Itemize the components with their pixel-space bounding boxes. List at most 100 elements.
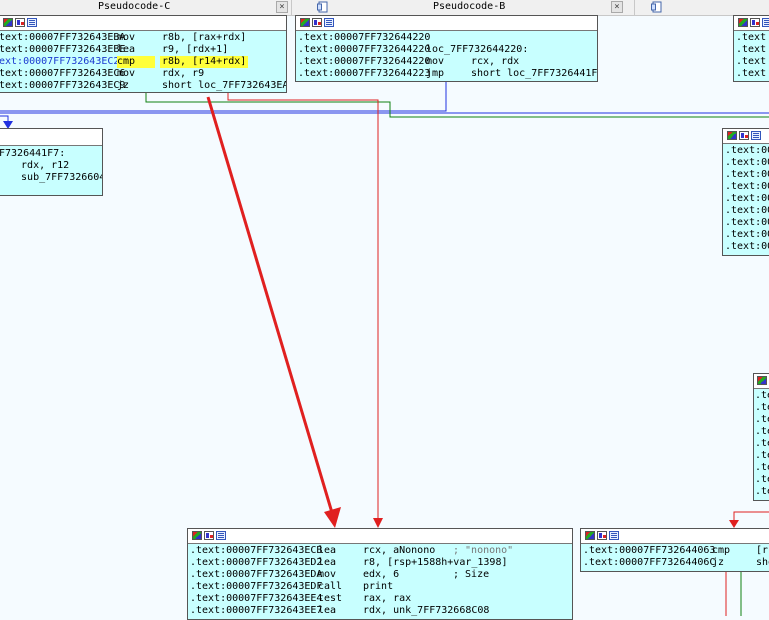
block-header <box>296 16 597 31</box>
code-block-bottom[interactable]: .text:00007FF732643ECB lea rcx, aNonono; "… <box>187 528 573 620</box>
code-row[interactable]: .te <box>754 486 769 498</box>
address: .te <box>755 390 769 401</box>
mnemonic: mov <box>117 32 136 43</box>
address: .text:00 <box>725 157 769 168</box>
code-row[interactable]: .text:00 <box>723 157 769 169</box>
code-row[interactable]: .text:00 <box>723 169 769 181</box>
graph-color-icon[interactable] <box>300 18 310 27</box>
code-row[interactable]: .text:00007FF732644220 mov rcx, rdx <box>296 56 597 68</box>
code-row[interactable]: .text:00 <box>723 241 769 253</box>
code-block-topright[interactable]: .text .text .text .text <box>733 15 769 82</box>
edge-red-right[interactable] <box>733 511 769 523</box>
code-row[interactable]: .text:00007FF73264406Cjz sho <box>581 557 769 569</box>
code-block-right-1[interactable]: .text:00 .text:00 .text:00 .text:00 .tex… <box>722 128 769 256</box>
mnemonic: cmp <box>117 56 156 68</box>
code-row[interactable]: text:00007FF732643EC6 mov rdx, r9 <box>0 68 286 80</box>
operands: rcx, aNonono <box>363 545 436 556</box>
code-row[interactable]: text:00007FF732643EBE lea r9, [rdx+1] <box>0 44 286 56</box>
comment: ; "nonono" <box>453 545 514 556</box>
address: .te <box>755 462 769 473</box>
block-header <box>188 529 572 544</box>
code-row[interactable]: text:00007FF732643EBA mov r8b, [rax+rdx] <box>0 32 286 44</box>
graph-color-icon[interactable] <box>757 376 767 385</box>
address: .text <box>736 44 767 55</box>
code-row-highlighted[interactable]: ext:00007FF732643EC2 cmp r8b, [r14+rdx] <box>0 56 286 68</box>
address: ext:00007FF732643EC2 <box>0 56 120 67</box>
code-row[interactable]: .text <box>734 68 769 80</box>
graph-color-icon[interactable] <box>585 531 595 540</box>
block-header <box>0 129 102 146</box>
arrow-head <box>373 518 383 528</box>
code-row[interactable]: .text <box>734 32 769 44</box>
code-row[interactable]: .text:00 <box>723 217 769 229</box>
code-row[interactable]: .te <box>754 462 769 474</box>
code-block-b[interactable]: .text:00007FF732644220 .text:00007FF7326… <box>295 15 598 82</box>
operands: rdx, r12 <box>9 160 70 171</box>
code-row[interactable]: .text:00007FF732643EE7 lea rdx, unk_7FF732… <box>188 605 572 617</box>
code-row[interactable]: text:00007FF732643EC9 jz short loc_7FF7326… <box>0 80 286 92</box>
code-row[interactable]: .text:00007FF732643EDF call print <box>188 581 572 593</box>
text-view-icon[interactable] <box>762 18 769 27</box>
edge-red-thick[interactable] <box>206 96 335 517</box>
address: .text:00007FF732644223 <box>298 68 431 79</box>
graph-layout-icon[interactable] <box>204 531 214 540</box>
code-row[interactable]: .text:00007FF732644223 jmp short loc_7FF73… <box>296 68 597 80</box>
code-row[interactable]: .text:00007FF732643EDA mov edx, 6 ; Size <box>188 569 572 581</box>
graph-layout-icon[interactable] <box>312 18 322 27</box>
graph-color-icon[interactable] <box>727 131 737 140</box>
code-row[interactable]: .te <box>754 414 769 426</box>
edge-red-thin[interactable] <box>227 93 379 522</box>
code-row[interactable]: .text:00007FF732644063cmp [rs <box>581 545 769 557</box>
code-row[interactable]: .text <box>734 56 769 68</box>
code-row[interactable]: .text:00007FF732643EE4 test rax, rax <box>188 593 572 605</box>
graph-color-icon[interactable] <box>192 531 202 540</box>
code-row[interactable]: .text:00 <box>723 205 769 217</box>
code-row[interactable]: .text:00007FF732643ED2 lea r8, [rsp+1588h+… <box>188 557 572 569</box>
code-row[interactable]: .text:00 <box>723 145 769 157</box>
operands: r8b, [r14+rdx] <box>160 56 249 68</box>
graph-layout-icon[interactable] <box>739 131 749 140</box>
graph-layout-icon[interactable] <box>597 531 607 540</box>
code-row[interactable]: sub_7FF732660430 <box>0 172 102 184</box>
mnemonic: jmp <box>426 68 445 79</box>
code-row[interactable]: .te <box>754 402 769 414</box>
code-row[interactable]: .text:00 <box>723 193 769 205</box>
code-row[interactable]: .te <box>754 390 769 402</box>
graph-color-icon[interactable] <box>738 18 748 27</box>
text-view-icon[interactable] <box>27 18 37 27</box>
code-block-bottomright[interactable]: .text:00007FF732644063cmp [rs .text:00007… <box>580 528 769 572</box>
code-block-left[interactable]: F7326441F7: rdx, r12 sub_7FF732660430 <box>0 128 103 196</box>
code-row[interactable]: .text:00 <box>723 229 769 241</box>
code-row[interactable]: .text:00 <box>723 181 769 193</box>
address: .text <box>736 68 767 79</box>
text-view-icon[interactable] <box>751 131 761 140</box>
code-block-c[interactable]: text:00007FF732643EBA mov r8b, [rax+rdx] t… <box>0 15 287 93</box>
graph-layout-icon[interactable] <box>750 18 760 27</box>
text-view-icon[interactable] <box>324 18 334 27</box>
code-row[interactable]: .text:00007FF732643ECB lea rcx, aNonono ; "… <box>188 545 572 557</box>
address: .te <box>755 414 769 425</box>
code-row[interactable]: .te <box>754 426 769 438</box>
code-row[interactable]: .te <box>754 450 769 462</box>
label: loc_7FF732644220: <box>426 44 529 55</box>
text-view-icon[interactable] <box>609 531 619 540</box>
code-row[interactable]: F7326441F7: <box>0 148 102 160</box>
mnemonic: lea <box>318 557 337 568</box>
code-row[interactable]: .text:00007FF732644220 <box>296 32 597 44</box>
address: .text:00007FF732643ED2 <box>190 557 323 568</box>
mnemonic: mov <box>426 56 445 67</box>
comment: ; Size <box>453 569 490 580</box>
graph-color-icon[interactable] <box>3 18 13 27</box>
address: .text <box>736 32 767 43</box>
code-row[interactable]: .te <box>754 474 769 486</box>
operands: rdx, r9 <box>162 68 205 79</box>
code-row[interactable]: rdx, r12 <box>0 160 102 172</box>
code-row[interactable]: .text <box>734 44 769 56</box>
code-row[interactable]: .te <box>754 438 769 450</box>
graph-layout-icon[interactable] <box>15 18 25 27</box>
text-view-icon[interactable] <box>216 531 226 540</box>
code-block-right-2[interactable]: .te .te .te .te .te .te .te .te .te <box>753 373 769 501</box>
code-row[interactable]: .text:00007FF732644220 loc_7FF732644220: <box>296 44 597 56</box>
mnemonic: lea <box>318 605 337 616</box>
operands: print <box>363 581 394 592</box>
